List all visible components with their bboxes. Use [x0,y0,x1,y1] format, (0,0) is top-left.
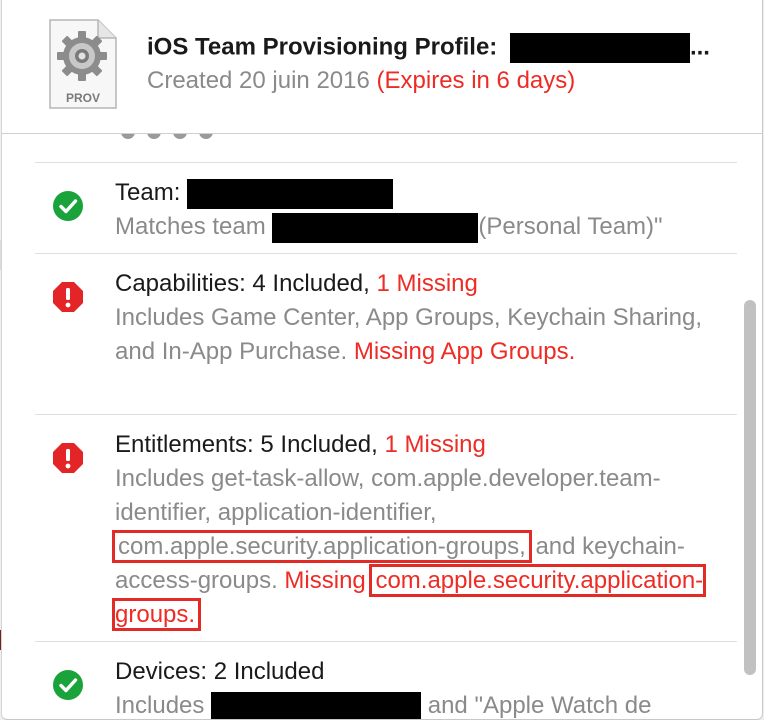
entitlements-missing-label: Missing [284,567,366,594]
team-description: Matches team [115,213,266,240]
team-personal-label: (Personal Team)" [478,213,663,240]
scrollbar-thumb[interactable] [744,300,756,675]
redacted-team-name [509,33,690,63]
entitlements-description: Includes get-task-allow, com.apple.devel… [115,465,661,526]
devices-description: Includes [115,692,205,719]
entitlements-heading: Entitlements: 5 Included, [115,431,378,458]
capabilities-missing-note: Missing App Groups. [353,338,576,365]
redacted-device-name [211,691,422,719]
provisioning-profile-popover: PROV iOS Team Provisioning Profile: ... … [1,0,763,720]
devices-heading: Devices: 2 Included [115,658,325,685]
clipped-previous-row [115,134,219,146]
row-divider [35,162,737,163]
capabilities-heading: Capabilities: 4 Included, [115,270,370,297]
entitlements-text: Entitlements: 5 Included, 1 Missing Incl… [111,428,725,632]
exclamation-octagon-icon [53,443,83,473]
exclamation-octagon-icon [53,282,83,312]
title-ellipsis: ... [689,33,710,61]
devices-text: Devices: 2 Included Includes and "Apple … [115,655,725,719]
team-text: Team: Matches team (Personal Team)" [115,176,725,244]
page-title: iOS Team Provisioning Profile: ... [147,33,710,63]
team-heading: Team: [115,179,181,206]
redacted-team [187,178,394,209]
profile-header: PROV iOS Team Provisioning Profile: ... … [2,0,762,134]
entitlements-missing-count: 1 Missing [384,431,486,458]
redacted-team-id [272,212,479,243]
row-divider [35,253,737,254]
expiry-warning: (Expires in 6 days) [376,67,576,94]
row-divider [35,641,737,642]
highlighted-app-groups-entitlement: com.apple.security.application-groups, [112,530,532,563]
provisioning-profile-file-icon: PROV [49,19,117,109]
capabilities-text: Capabilities: 4 Included, 1 Missing Incl… [115,267,725,369]
checkmark-circle-icon [53,670,83,700]
profile-dates: Created 20 juin 2016 (Expires in 6 days) [147,67,575,95]
checkmark-circle-icon [53,191,83,221]
row-divider [35,414,737,415]
devices-description-tail: and "Apple Watch de [427,692,652,719]
created-date: Created 20 juin 2016 [147,67,370,94]
capabilities-missing-count: 1 Missing [376,270,478,297]
title-text: iOS Team Provisioning Profile: [147,33,498,61]
details-list[interactable]: Team: Matches team (Personal Team)" Capa… [2,134,762,719]
file-type-label: PROV [66,91,100,105]
